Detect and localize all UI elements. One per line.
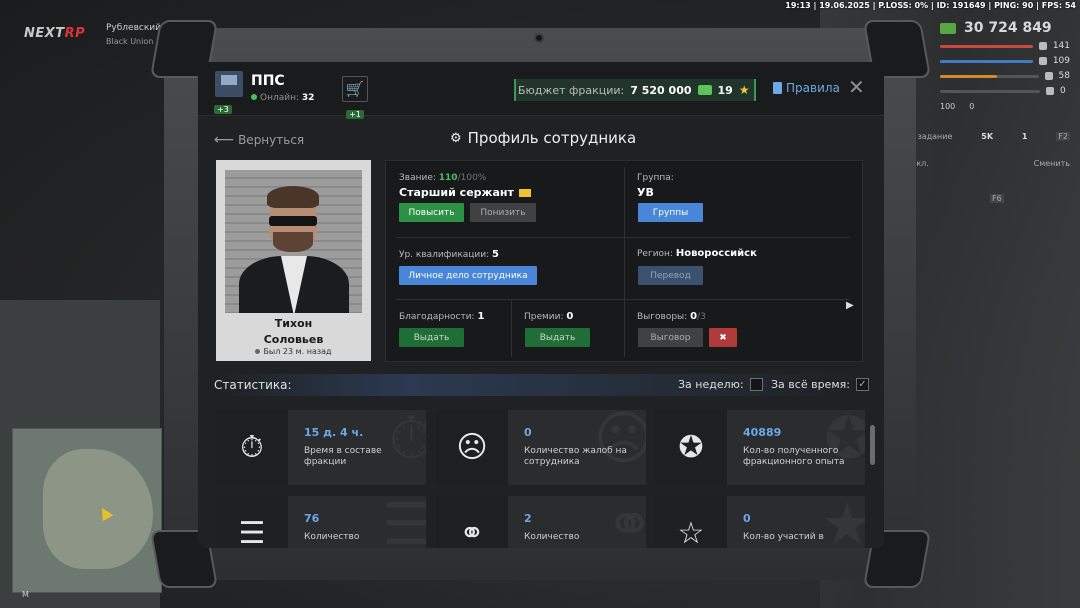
stats-header: Статистика: (214, 374, 866, 396)
online-status: Онлайн: 32 (251, 93, 314, 103)
rank-label: Звание: 110/100% (399, 173, 487, 183)
minimap[interactable] (12, 428, 162, 593)
back-button[interactable]: ⟵ Вернуться (214, 132, 304, 148)
employee-photo-card: Тихон Соловьев Был 23 м. назад (216, 160, 371, 361)
debug-info: 19:13 | 19.06.2025 | P.LOSS: 0% | ID: 19… (785, 1, 1076, 10)
shop-button[interactable]: 🛒 +1 (342, 76, 368, 119)
employee-name: Тихон Соловьев (263, 317, 324, 346)
groups-button[interactable]: Группы (638, 203, 703, 222)
week-filter[interactable]: За неделю: (678, 378, 763, 391)
hud-stat-bar: 141 (940, 41, 1070, 51)
server-logo: NEXTRP (24, 26, 86, 41)
faction-name: ППС (251, 73, 285, 89)
faction-badge: +3 (214, 105, 232, 114)
coins-small: 1 (1021, 132, 1028, 141)
player-hud: 30 724 849 141 109 58 0 100 0 (940, 20, 1070, 111)
complaint-icon: ☹ (436, 410, 508, 485)
stat-icon (1039, 42, 1047, 50)
police-building-icon (215, 71, 243, 97)
star-icon: ☆ (655, 496, 727, 548)
demote-button[interactable]: Понизить (470, 203, 536, 222)
stat-card: ☰ ☰ 76 Количество (216, 496, 426, 548)
hud-stat-bar: 58 (940, 71, 1070, 81)
promote-button[interactable]: Повысить (399, 203, 464, 222)
exp-icon: ✪ (655, 410, 727, 485)
group-label: Группа: (637, 173, 674, 183)
page-title: ⚙ Профиль сотрудника (450, 129, 637, 147)
money-icon (697, 85, 712, 95)
district-name: Рублевский (106, 23, 161, 33)
stat-card: ⏱ ⏱ 15 д. 4 ч. Время в составе фракции (216, 410, 426, 485)
remove-employee-button[interactable]: ✖ (709, 328, 737, 347)
status-dot-icon (255, 349, 261, 354)
street-name: Black Union (106, 37, 154, 46)
qualification-label: Ур. квалификации: 5 (399, 249, 499, 260)
personal-file-button[interactable]: Личное дело сотрудника (399, 266, 537, 285)
week-checkbox[interactable] (749, 378, 763, 391)
cart-icon: 🛒 (342, 76, 368, 102)
stopwatch-icon: ⏱ (216, 410, 288, 485)
handcuffs-icon: ⚭ (436, 496, 508, 548)
hud-tasks: е задание 5K 1 F2 ыкл. Сменить F6 (910, 132, 1070, 203)
clipboard-icon: ☰ (216, 496, 288, 548)
location-label: Рублевский Black Union (106, 22, 161, 48)
transfer-button[interactable]: Перевод (638, 266, 703, 285)
close-icon[interactable]: ✕ (848, 76, 865, 98)
hud-stat-bar: 109 (940, 56, 1070, 66)
stat-card: ★ ☆ 0 Кол-во участий в (655, 496, 865, 548)
hud-extra: 100 0 (940, 102, 975, 111)
faction-header: +3 ППС Онлайн: 32 🛒 +1 Бюджет фракции: 7… (198, 62, 884, 119)
faction-icon[interactable]: +3 (214, 71, 244, 114)
map-key-label: M (22, 590, 29, 599)
arrow-left-icon: ⟵ (214, 132, 235, 148)
online-dot-icon (251, 94, 257, 100)
stat-card: ⚭ ⚭ 2 Количество (436, 496, 646, 548)
stat-card: ✪ ✪ 40889 Кол-во полученного фракционног… (655, 410, 865, 485)
employee-info-panel: Звание: 110/100% Старший сержант Повысит… (385, 160, 863, 362)
gear-icon: ⚙ (450, 130, 462, 146)
give-bonus-button[interactable]: Выдать (525, 328, 590, 347)
faction-budget: Бюджет фракции: 7 520 000 19 ★ (514, 79, 756, 101)
scrollbar[interactable] (870, 425, 875, 465)
user-remove-icon: ✖ (719, 332, 727, 343)
reprimand-label: Выговоры: 0/3 (637, 311, 706, 322)
cash-icon (940, 22, 956, 34)
hud-stat-bar: 0 (940, 86, 1070, 96)
money-display: 30 724 849 (940, 20, 1070, 36)
alltime-checkbox[interactable]: ✓ (855, 378, 869, 391)
give-thanks-button[interactable]: Выдать (399, 328, 464, 347)
stat-icon (1046, 87, 1054, 95)
rank-insignia-icon (518, 189, 531, 197)
camera-icon (534, 33, 544, 43)
tablet-screen: +3 ППС Онлайн: 32 🛒 +1 Бюджет фракции: 7… (198, 62, 884, 548)
region-label: Регион: Новороссийск (637, 248, 757, 259)
stat-icon (1044, 72, 1053, 80)
last-seen: Был 23 м. назад (216, 347, 371, 356)
alltime-filter[interactable]: За всё время: ✓ (771, 378, 869, 391)
document-icon (773, 82, 782, 94)
employee-photo (225, 170, 362, 313)
rules-link[interactable]: Правила (773, 81, 840, 95)
bonus-label: Премии: 0 (524, 311, 574, 322)
group-value: УВ (637, 186, 654, 199)
rank-name: Старший сержант (399, 186, 531, 199)
more-arrow-icon[interactable]: ▶ (846, 300, 854, 311)
star-icon: ★ (738, 83, 750, 97)
thanks-label: Благодарности: 1 (399, 311, 485, 322)
stat-card: ☹ ☹ 0 Количество жалоб на сотрудника (436, 410, 646, 485)
cart-badge: +1 (346, 110, 364, 119)
reprimand-button[interactable]: Выговор (638, 328, 703, 347)
cash-small: 5K (981, 132, 994, 141)
stat-icon (1039, 57, 1047, 65)
